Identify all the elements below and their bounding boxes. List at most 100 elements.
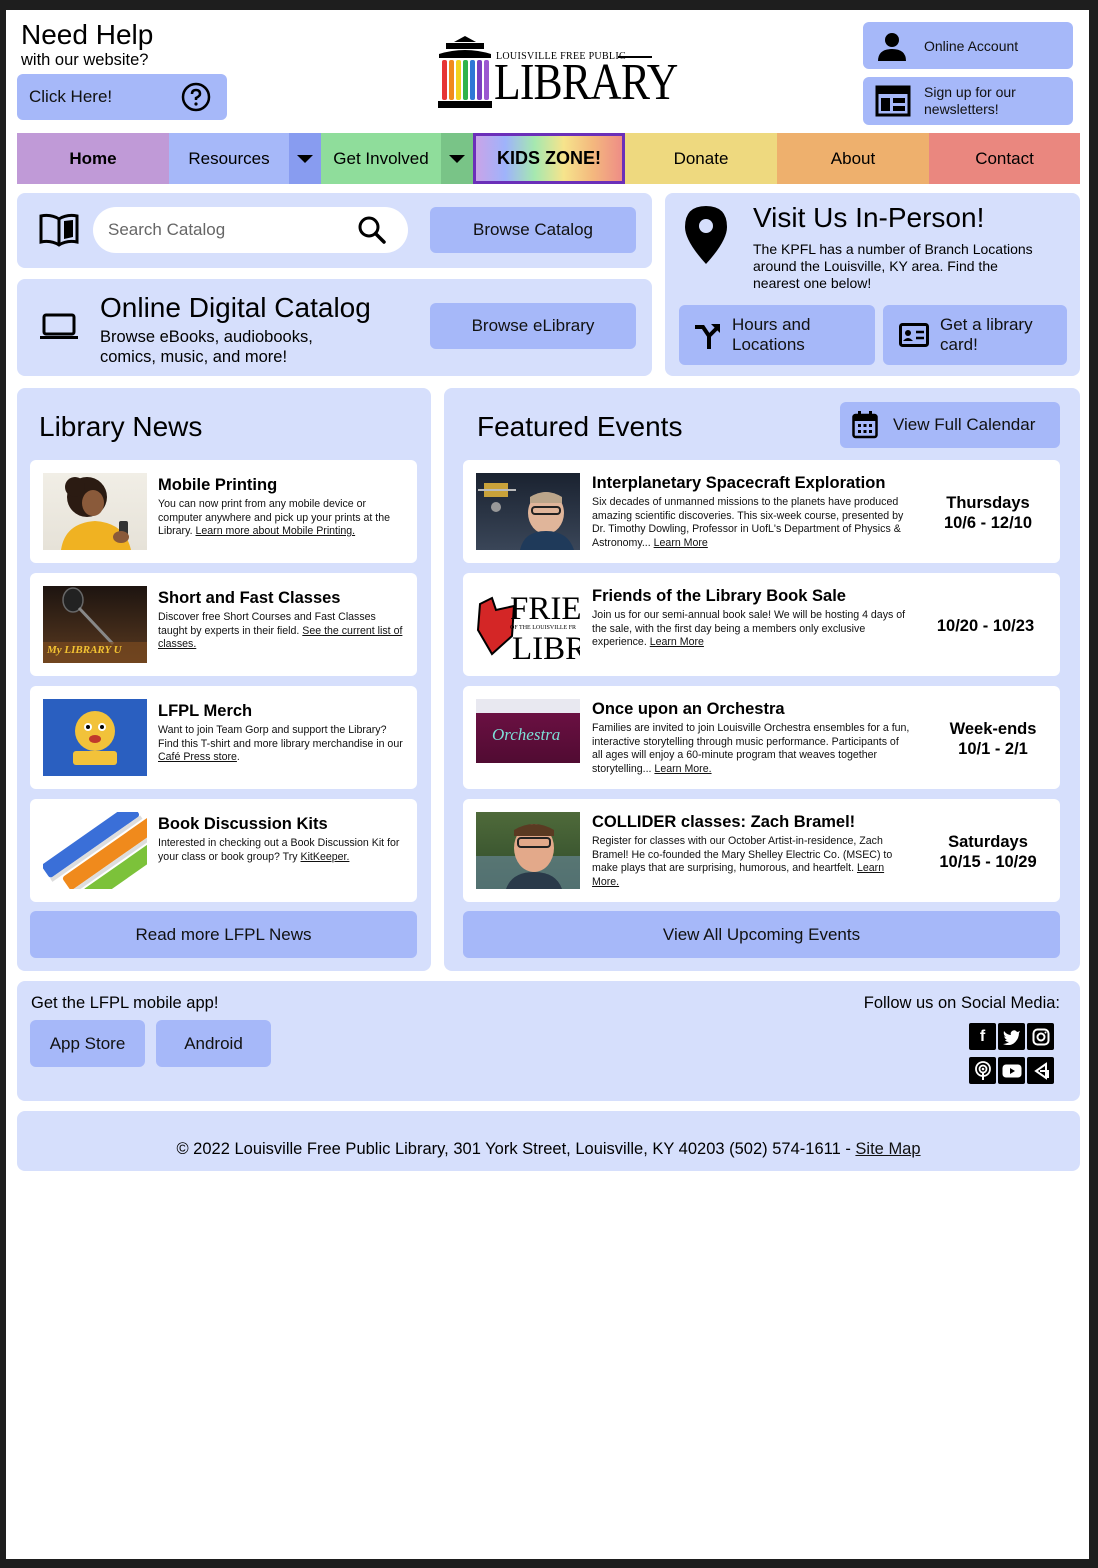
news-desc: Want to join Team Gorp and support the L… bbox=[158, 724, 408, 765]
search-panel: Search Catalog Browse Catalog bbox=[17, 193, 652, 268]
question-icon bbox=[181, 82, 211, 112]
app-store-button[interactable]: App Store bbox=[30, 1020, 145, 1067]
user-icon bbox=[878, 33, 906, 61]
books-image bbox=[43, 812, 147, 889]
directions-icon bbox=[695, 324, 720, 349]
event-title-text: Interplanetary Spacecraft Exploration bbox=[592, 474, 886, 492]
news-card[interactable]: LFPL Merch Want to join Team Gorp and su… bbox=[30, 686, 417, 789]
news-card[interactable]: My LIBRARY U Short and Fast Classes Disc… bbox=[30, 573, 417, 676]
news-desc-tail: . bbox=[236, 751, 240, 763]
event-desc-text: Families are invited to join Louisville … bbox=[592, 722, 910, 775]
news-thumbnail: My LIBRARY U bbox=[43, 586, 147, 663]
event-dates: 10/15 - 10/29 bbox=[939, 853, 1037, 871]
instagram-icon[interactable] bbox=[1027, 1023, 1054, 1050]
event-learn-more-link[interactable]: Learn More. bbox=[654, 763, 711, 775]
newsletter-label: Sign up for our newsletters! bbox=[924, 84, 1016, 117]
browse-elibrary-button[interactable]: Browse eLibrary bbox=[430, 303, 636, 349]
news-desc: You can now print from any mobile device… bbox=[158, 498, 408, 539]
person-phone-image bbox=[61, 477, 131, 550]
news-title-text: Mobile Printing bbox=[158, 476, 278, 494]
resources-dropdown-button[interactable] bbox=[289, 133, 321, 184]
nav-home-label: Home bbox=[69, 148, 117, 168]
nav-kids-zone-label: KIDS ZONE! bbox=[496, 148, 601, 168]
bandcamp-icon[interactable] bbox=[1027, 1057, 1054, 1084]
app-store-label: App Store bbox=[49, 1033, 126, 1053]
news-title-text: Book Discussion Kits bbox=[158, 815, 328, 833]
event-card[interactable]: Interplanetary Spacecraft Exploration Si… bbox=[463, 460, 1060, 563]
get-involved-dropdown-button[interactable] bbox=[441, 133, 473, 184]
twitter-icon[interactable] bbox=[998, 1023, 1025, 1050]
browse-elibrary-label: Browse eLibrary bbox=[471, 316, 595, 335]
nav-contact[interactable]: Contact bbox=[929, 133, 1080, 184]
event-desc: Families are invited to join Louisville … bbox=[592, 722, 912, 776]
read-more-news-label: Read more LFPL News bbox=[135, 924, 312, 944]
library-logo[interactable]: LOUISVILLE FREE PUBLIC LIBRARY bbox=[436, 36, 678, 110]
event-card[interactable]: COLLIDER classes: Zach Bramel! Register … bbox=[463, 799, 1060, 902]
search-icon[interactable] bbox=[357, 215, 387, 245]
online-account-button[interactable]: Online Account bbox=[863, 22, 1073, 69]
logo-main-text: LIBRARY bbox=[494, 54, 678, 111]
events-title: Featured Events bbox=[477, 411, 683, 442]
library-building-icon bbox=[438, 36, 492, 108]
portrait-image bbox=[476, 824, 580, 889]
mobile-printing-link[interactable]: Learn more about Mobile Printing. bbox=[196, 525, 356, 537]
chevron-down-icon bbox=[449, 154, 465, 163]
spacecraft-image bbox=[478, 483, 574, 550]
read-more-news-button[interactable]: Read more LFPL News bbox=[30, 911, 417, 958]
nav-home[interactable]: Home bbox=[17, 133, 169, 184]
nav-contact-label: Contact bbox=[975, 148, 1034, 168]
event-title-text: Once upon an Orchestra bbox=[592, 700, 785, 718]
nav-donate[interactable]: Donate bbox=[625, 133, 777, 184]
hours-locations-button[interactable]: Hours and Locations bbox=[679, 305, 875, 365]
kitkeeper-link[interactable]: KitKeeper. bbox=[301, 851, 350, 863]
browse-catalog-button[interactable]: Browse Catalog bbox=[430, 207, 636, 253]
nav-about[interactable]: About bbox=[777, 133, 929, 184]
event-thumbnail bbox=[476, 812, 580, 889]
event-card[interactable]: Orchestra Once upon an Orchestra Familie… bbox=[463, 686, 1060, 789]
event-schedule: Thursdays 10/6 - 12/10 bbox=[923, 493, 1053, 533]
cafe-press-link[interactable]: Café Press store bbox=[158, 751, 237, 763]
view-calendar-button[interactable]: View Full Calendar bbox=[840, 402, 1060, 448]
footer-panel: © 2022 Louisville Free Public Library, 3… bbox=[17, 1111, 1080, 1171]
help-button[interactable]: Click Here! bbox=[17, 74, 227, 120]
search-placeholder: Search Catalog bbox=[108, 220, 226, 239]
help-button-label: Click Here! bbox=[29, 87, 113, 106]
event-dates: 10/6 - 12/10 bbox=[943, 514, 1033, 532]
event-desc-text: Join us for our semi-annual book sale! W… bbox=[592, 609, 906, 648]
news-title-text: Short and Fast Classes bbox=[158, 589, 341, 607]
library-card-button[interactable]: Get a library card! bbox=[883, 305, 1067, 365]
visit-desc: The KPFL has a number of Branch Location… bbox=[753, 241, 1033, 291]
library-news-panel: Library News Mobile Printing You can now… bbox=[17, 388, 431, 971]
android-button[interactable]: Android bbox=[156, 1020, 271, 1067]
event-learn-more-link[interactable]: Learn More bbox=[654, 537, 708, 549]
nav-get-involved[interactable]: Get Involved bbox=[321, 133, 441, 184]
nav-kids-zone[interactable]: KIDS ZONE! bbox=[473, 133, 625, 184]
digital-title: Online Digital Catalog bbox=[100, 292, 371, 323]
event-days: Thursdays bbox=[946, 494, 1030, 512]
news-card[interactable]: Book Discussion Kits Interested in check… bbox=[30, 799, 417, 902]
youtube-icon[interactable] bbox=[998, 1057, 1025, 1084]
news-desc: Discover free Short Courses and Fast Cla… bbox=[158, 611, 408, 652]
nav-about-label: About bbox=[830, 148, 876, 168]
digital-desc: Browse eBooks, audiobooks, comics, music… bbox=[100, 328, 313, 366]
news-card[interactable]: Mobile Printing You can now print from a… bbox=[30, 460, 417, 563]
site-map-link[interactable]: Site Map bbox=[855, 1140, 920, 1158]
newsletter-button[interactable]: Sign up for our newsletters! bbox=[863, 77, 1073, 125]
event-days: Saturdays bbox=[948, 833, 1028, 851]
event-title-text: COLLIDER classes: Zach Bramel! bbox=[592, 813, 856, 831]
featured-events-panel: Featured Events View Full Calendar Inter… bbox=[444, 388, 1080, 971]
map-pin-icon bbox=[685, 206, 727, 264]
event-learn-more-link[interactable]: Learn More bbox=[650, 636, 704, 648]
search-input[interactable]: Search Catalog bbox=[93, 207, 408, 253]
event-card[interactable]: FRIEN OF THE LOUISVILLE FR LIBRA Friends… bbox=[463, 573, 1060, 676]
facebook-icon[interactable]: f bbox=[969, 1023, 996, 1050]
view-all-events-button[interactable]: View All Upcoming Events bbox=[463, 911, 1060, 958]
podcast-icon[interactable] bbox=[969, 1057, 996, 1084]
footer-text: © 2022 Louisville Free Public Library, 3… bbox=[17, 1140, 1080, 1159]
nav-resources[interactable]: Resources bbox=[169, 133, 289, 184]
event-desc: Six decades of unmanned missions to the … bbox=[592, 496, 904, 550]
event-desc: Join us for our semi-annual book sale! W… bbox=[592, 609, 912, 650]
event-schedule: Saturdays 10/15 - 10/29 bbox=[923, 832, 1053, 872]
merch-shirt-image bbox=[73, 711, 117, 765]
social-label: Follow us on Social Media: bbox=[863, 994, 1060, 1012]
